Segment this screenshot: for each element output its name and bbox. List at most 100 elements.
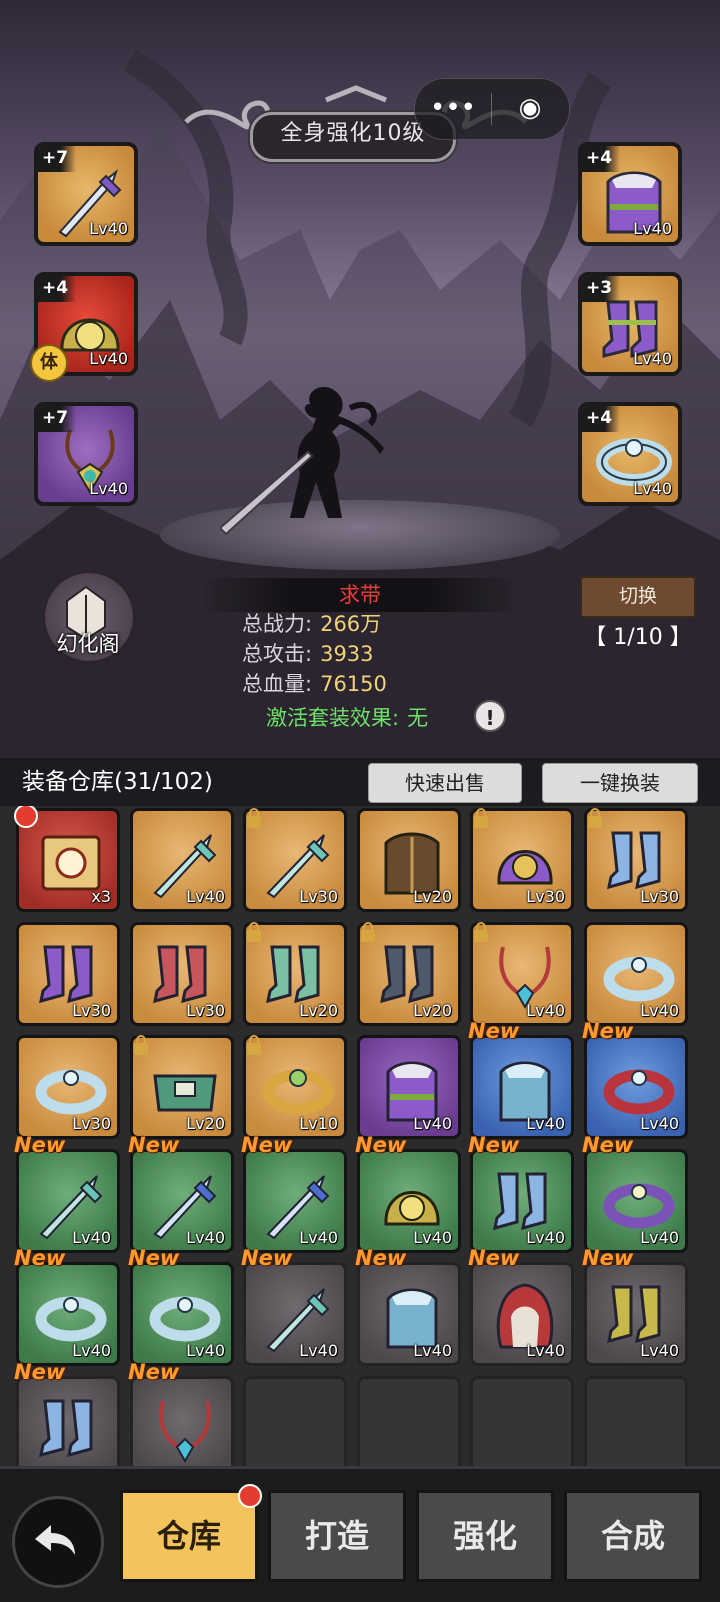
inventory-item-ring[interactable]: Lv40 [584,922,688,1026]
inventory-item-sword-blue[interactable]: Lv40 [243,1149,347,1253]
item-level: Lv40 [640,1228,679,1247]
huanhua-pavilion-label: 幻化阁 [56,632,120,656]
tab-warehouse[interactable]: 仓库 [120,1490,258,1582]
info-icon[interactable]: ! [474,700,506,732]
equip-slot-necklace[interactable]: +7 Lv40 [34,402,138,506]
lock-icon [134,1035,148,1055]
set-effect-value: 无 [407,706,429,730]
necklace-icon [159,1400,211,1464]
item-level: Lv40 [299,1228,338,1247]
lock-icon [474,922,488,942]
new-tag: New [468,1246,520,1270]
item-level: Lv40 [299,1341,338,1360]
inventory-item-boots-blue[interactable]: Lv40 [470,1149,574,1253]
inventory-empty-slot [243,1376,347,1470]
inventory-item-ring-purple[interactable]: Lv40 [584,1149,688,1253]
item-level: Lv30 [186,1001,225,1020]
inventory-item-sword[interactable]: Lv40 [243,1262,347,1366]
inventory-item-ring[interactable]: Lv30 [16,1035,120,1139]
inventory-item-armor-blue[interactable]: Lv40 [357,1262,461,1366]
character-name: 求带 [339,583,381,607]
item-level: Lv40 [89,219,128,238]
item-level: Lv40 [526,1341,565,1360]
enhance-level: +7 [38,406,77,432]
inventory-item-boots-blue[interactable] [16,1376,120,1470]
back-arrow-icon [35,1525,75,1555]
new-tag: New [241,1246,293,1270]
tab-combine[interactable]: 合成 [564,1490,702,1582]
inventory-item-necklace[interactable] [130,1376,234,1470]
item-level: Lv10 [299,1114,338,1133]
set-effect-row: 激活套装效果: 无 [266,702,428,732]
item-level: Lv40 [633,479,672,498]
inventory-item-ring[interactable]: Lv40 [16,1262,120,1366]
tab-craft[interactable]: 打造 [268,1490,406,1582]
inventory-item-boots-red[interactable]: Lv30 [130,922,234,1026]
inventory-empty-slot [584,1376,688,1470]
item-level: Lv40 [413,1228,452,1247]
new-tag: New [128,1360,180,1384]
boots-blue-icon [39,1399,93,1458]
miniprogram-capsule: ••• ◉ [414,78,570,140]
lock-icon [474,808,488,828]
item-level: Lv40 [72,1341,111,1360]
inventory-item-ring-red[interactable]: Lv40 [584,1035,688,1139]
item-level: Lv20 [299,1001,338,1020]
item-level: Lv40 [413,1341,452,1360]
back-button[interactable] [12,1496,104,1588]
inventory-item-ring[interactable]: Lv40 [130,1262,234,1366]
new-tag: New [128,1246,180,1270]
lock-icon [247,808,261,828]
item-level: Lv40 [633,219,672,238]
total-power-value: 266万 [320,612,382,636]
item-level: Lv40 [526,1114,565,1133]
item-level: Lv40 [633,349,672,368]
inventory-item-sword-blue[interactable]: Lv40 [130,1149,234,1253]
inventory-item-helmet[interactable]: Lv40 [357,1149,461,1253]
new-tag: New [128,1133,180,1157]
inventory-item-boots-purple[interactable]: Lv30 [16,922,120,1026]
equip-slot-boots[interactable]: +3 Lv40 [578,272,682,376]
item-level: Lv30 [299,887,338,906]
item-level: Lv30 [72,1001,111,1020]
inventory-item-armor-blue[interactable]: Lv40 [470,1035,574,1139]
game-screen: 全身强化10级 ••• ◉ +7 Lv40 +4 Lv40 体 +7 Lv40 … [0,0,720,1602]
inventory-item-sword[interactable]: Lv40 [130,808,234,912]
equip-slot-armor[interactable]: +4 Lv40 [578,142,682,246]
total-attack-value: 3933 [320,642,374,666]
item-level: Lv40 [72,1228,111,1247]
total-hp-label: 总血量: [242,672,313,696]
equip-slot-ring[interactable]: +4 Lv40 [578,402,682,506]
item-level: Lv40 [526,1228,565,1247]
more-menu-button[interactable]: ••• [415,79,491,139]
inventory-item-boots-yellow[interactable]: Lv40 [584,1262,688,1366]
switch-button[interactable]: 切换 [580,576,696,618]
inventory-title: 装备仓库(31/102) [22,769,213,795]
inventory-item-hood-red[interactable]: Lv40 [470,1262,574,1366]
close-miniprogram-button[interactable]: ◉ [492,79,568,139]
item-level: Lv40 [640,1001,679,1020]
total-attack-row: 总攻击: 3933 [242,638,374,668]
new-tag: New [14,1246,66,1270]
new-tag: New [14,1133,66,1157]
constitution-badge: 体 [30,344,68,382]
item-level: Lv30 [526,887,565,906]
quick-sell-button[interactable]: 快速出售 [368,763,522,803]
one-click-equip-button[interactable]: 一键换装 [542,763,698,803]
new-tag: New [14,1360,66,1384]
item-level: Lv20 [413,887,452,906]
inventory-item-sword[interactable]: Lv40 [16,1149,120,1253]
item-level: Lv40 [640,1341,679,1360]
item-level: Lv40 [186,1228,225,1247]
lock-icon [247,922,261,942]
character-silhouette [220,386,384,536]
item-level: Lv40 [413,1114,452,1133]
tab-enhance[interactable]: 强化 [416,1490,554,1582]
item-level: Lv30 [72,1114,111,1133]
equip-slot-weapon[interactable]: +7 Lv40 [34,142,138,246]
inventory-empty-slot [470,1376,574,1470]
inventory-item-armor-brown[interactable]: Lv20 [357,808,461,912]
enhance-level: +4 [582,406,621,432]
inventory-item-armor[interactable]: Lv40 [357,1035,461,1139]
new-tag: New [355,1133,407,1157]
